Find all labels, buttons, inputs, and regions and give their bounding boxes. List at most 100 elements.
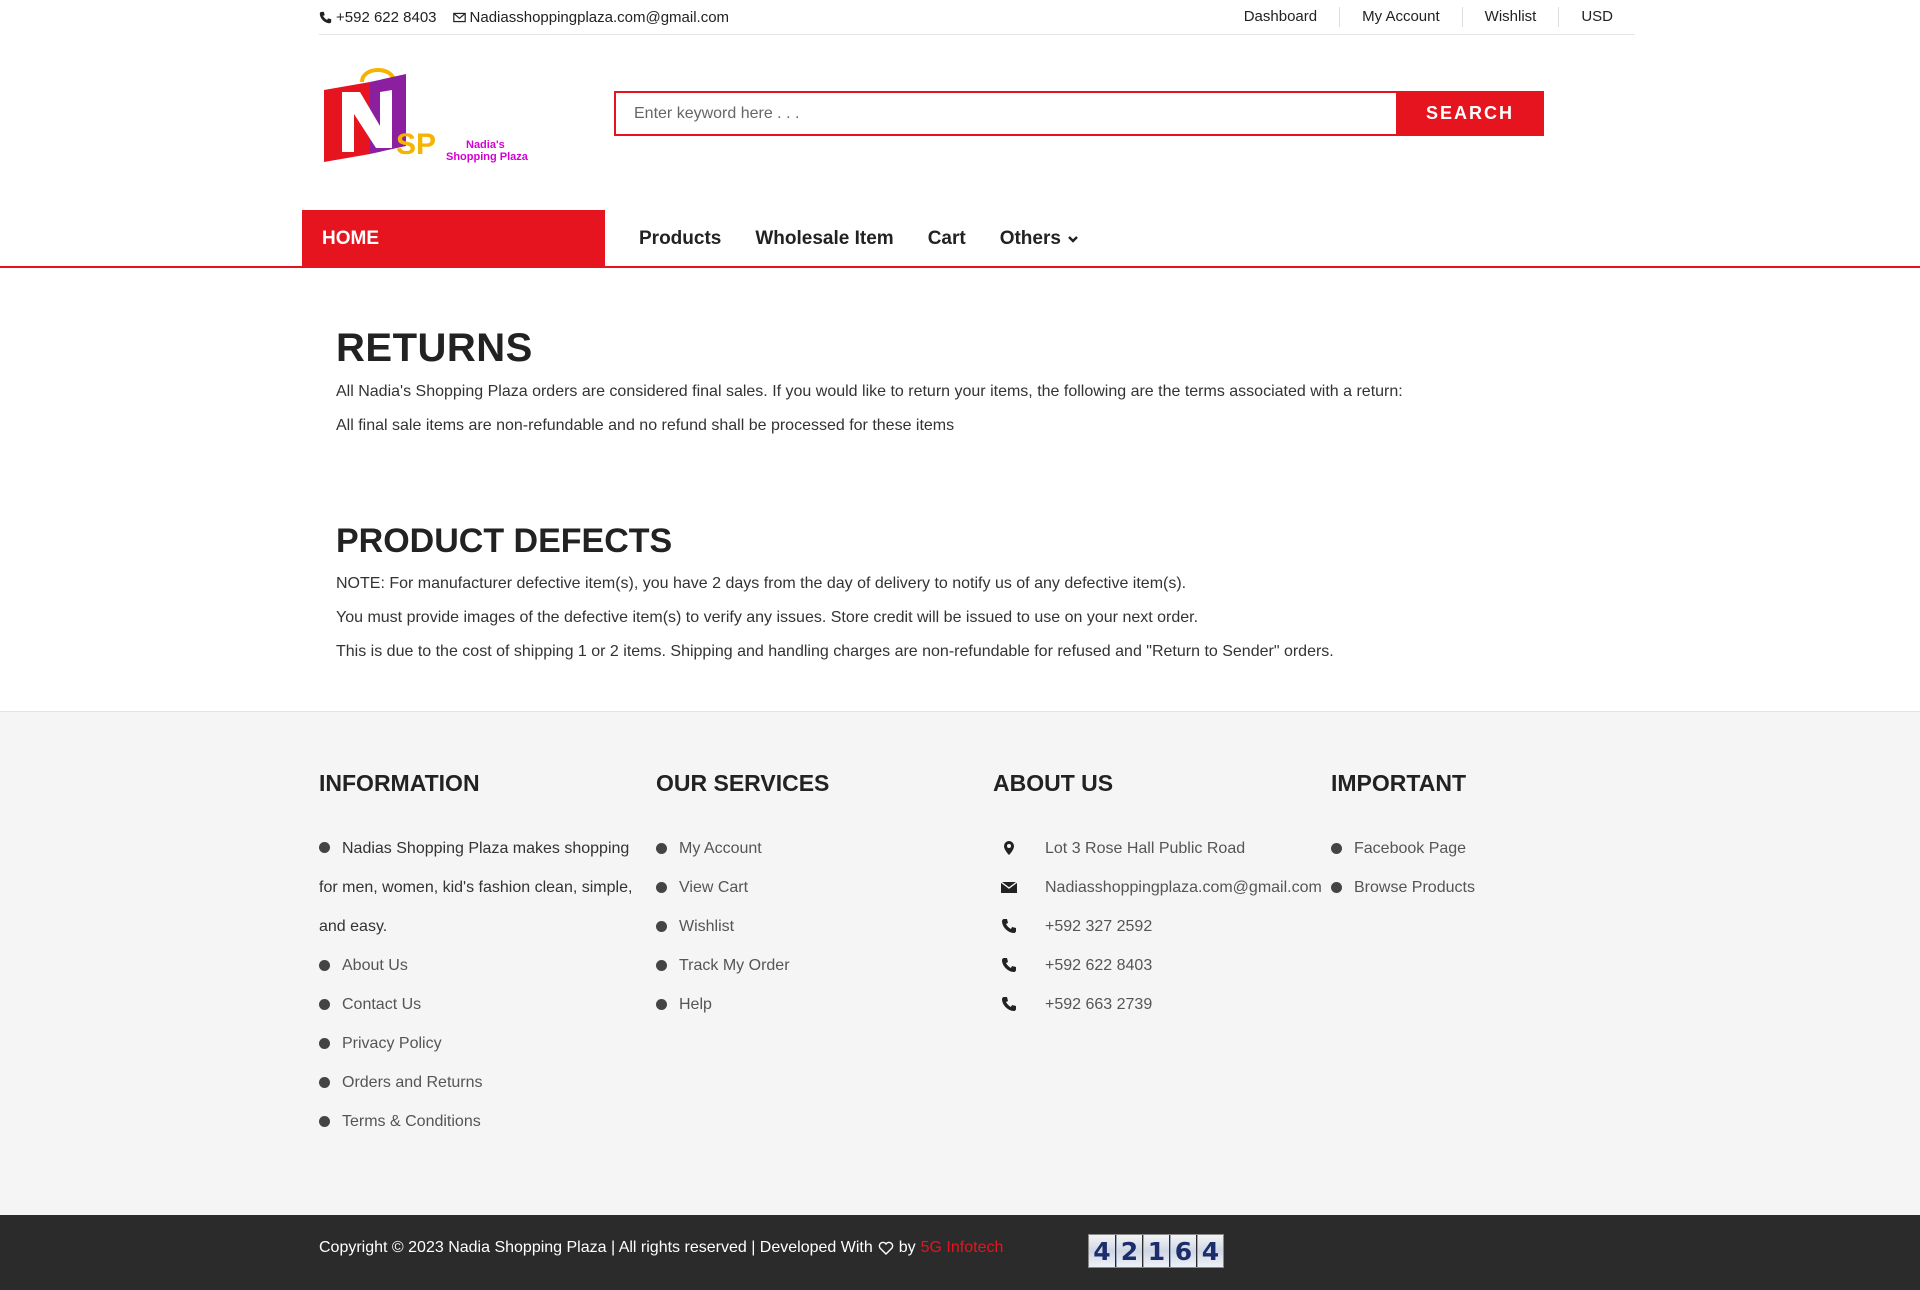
footer-phone-3-text: +592 663 2739 [1045,996,1153,1013]
footer: INFORMATION Nadias Shopping Plaza makes … [0,711,1920,1215]
bullet-icon [319,999,330,1010]
bullet-icon [319,1077,330,1088]
footer-orders-link[interactable]: Orders and Returns [319,1063,649,1102]
footer-privacy-link[interactable]: Privacy Policy [319,1024,649,1063]
footer-track-order-label: Track My Order [679,957,790,974]
phone-icon [1002,919,1016,933]
footer-browse-link[interactable]: Browse Products [1331,868,1661,907]
defects-title: PRODUCT DEFECTS [336,522,673,560]
chevron-down-icon [1068,236,1078,243]
footer-my-account-label: My Account [679,840,762,857]
footer-information: INFORMATION Nadias Shopping Plaza makes … [319,770,649,1141]
envelope-icon [452,12,466,22]
nav-wholesale-label: Wholesale Item [755,228,894,249]
bullet-icon [656,843,667,854]
bullet-icon [319,960,330,971]
footer-help-link[interactable]: Help [656,985,986,1024]
footer-phone-2-text: +592 622 8403 [1045,957,1153,974]
copyright-text: Copyright © 2023 Nadia Shopping Plaza | … [319,1239,873,1256]
footer-address: Lot 3 Rose Hall Public Road [993,829,1338,868]
footer-terms-link[interactable]: Terms & Conditions [319,1102,649,1141]
footer-phone-3[interactable]: +592 663 2739 [993,985,1338,1024]
footer-email[interactable]: Nadiasshoppingplaza.com@gmail.com [993,868,1338,907]
footer-privacy-label: Privacy Policy [342,1035,442,1052]
footer-view-cart-link[interactable]: View Cart [656,868,986,907]
dashboard-link[interactable]: Dashboard [1222,7,1339,27]
footer-intro-text: Nadias Shopping Plaza makes shopping for… [319,840,633,935]
search-input[interactable] [614,91,1396,136]
nav-products[interactable]: Products [639,228,721,250]
nav-wholesale[interactable]: Wholesale Item [755,228,893,250]
footer-important: IMPORTANT Facebook Page Browse Products [1331,770,1661,907]
phone-icon [319,11,332,23]
footer-help-label: Help [679,996,712,1013]
bullet-icon [1331,882,1342,893]
developer-link[interactable]: 5G Infotech [921,1239,1004,1257]
bullet-icon [319,842,330,854]
top-email[interactable]: Nadiasshoppingplaza.com@gmail.com [452,8,730,26]
defects-section: PRODUCT DEFECTS NOTE: For manufacturer d… [336,522,1586,669]
footer-terms-label: Terms & Conditions [342,1113,481,1130]
logo-name-line1: Nadia's [466,139,505,151]
top-contact: +592 622 8403 Nadiasshoppingplaza.com@gm… [319,9,729,26]
main-nav: HOME Products Wholesale Item Cart Others [302,210,1113,268]
footer-intro: Nadias Shopping Plaza makes shopping for… [319,829,649,946]
footer-phone-2[interactable]: +592 622 8403 [993,946,1338,985]
defects-line-1: NOTE: For manufacturer defective item(s)… [336,575,1187,592]
defects-line-3: This is due to the cost of shipping 1 or… [336,643,1334,660]
wishlist-link[interactable]: Wishlist [1461,7,1559,27]
footer-view-cart-label: View Cart [679,879,749,896]
my-account-link[interactable]: My Account [1339,7,1462,27]
footer-my-account-link[interactable]: My Account [656,829,986,868]
bottom-bar: Copyright © 2023 Nadia Shopping Plaza | … [0,1215,1920,1290]
bullet-icon [656,882,667,893]
counter-digit: 4 [1197,1235,1223,1267]
footer-contact-link[interactable]: Contact Us [319,985,649,1024]
footer-phone-1-text: +592 327 2592 [1045,918,1153,935]
returns-section: RETURNS All Nadia's Shopping Plaza order… [336,320,1586,443]
bullet-icon [1331,843,1342,854]
bullet-icon [656,921,667,932]
nav-cart-label: Cart [927,228,966,249]
footer-orders-label: Orders and Returns [342,1074,483,1091]
top-phone-text: +592 622 8403 [336,8,437,26]
counter-digit: 4 [1089,1235,1115,1267]
counter-digit: 6 [1170,1235,1196,1267]
envelope-icon [1001,881,1017,893]
nav-products-label: Products [639,228,722,249]
footer-track-order-link[interactable]: Track My Order [656,946,986,985]
footer-services-title: OUR SERVICES [656,770,830,796]
defects-line-2: You must provide images of the defective… [336,609,1199,626]
nav-cart[interactable]: Cart [928,228,966,250]
nav-home[interactable]: HOME [302,210,605,268]
phone-icon [1002,997,1016,1011]
footer-about-title: ABOUT US [993,770,1114,796]
search-bar: SEARCH [614,91,1544,136]
visitor-counter: 4 2 1 6 4 [1088,1234,1224,1268]
footer-facebook-label: Facebook Page [1354,840,1467,857]
nav-others[interactable]: Others [1000,228,1079,250]
bullet-icon [656,960,667,971]
site-logo[interactable]: SP Nadia's Shopping Plaza [320,64,530,168]
footer-services: OUR SERVICES My Account View Cart Wishli… [656,770,986,1024]
footer-contact-label: Contact Us [342,996,422,1013]
footer-phone-1[interactable]: +592 327 2592 [993,907,1338,946]
returns-line-1: All Nadia's Shopping Plaza orders are co… [336,383,1403,400]
top-phone[interactable]: +592 622 8403 [319,9,437,26]
search-button[interactable]: SEARCH [1396,91,1544,136]
footer-about-label: About Us [342,957,408,974]
nav-others-label: Others [999,228,1061,249]
top-email-text: Nadiasshoppingplaza.com@gmail.com [469,8,730,26]
bullet-icon [656,999,667,1010]
footer-address-text: Lot 3 Rose Hall Public Road [1045,840,1246,857]
currency-link[interactable]: USD [1558,7,1635,27]
footer-facebook-link[interactable]: Facebook Page [1331,829,1661,868]
footer-important-title: IMPORTANT [1331,770,1467,796]
counter-digit: 1 [1143,1235,1169,1267]
bullet-icon [319,1038,330,1049]
returns-line-2: All final sale items are non-refundable … [336,417,955,434]
logo-short: SP [396,128,436,161]
footer-email-text: Nadiasshoppingplaza.com@gmail.com [1045,879,1322,896]
footer-about-link[interactable]: About Us [319,946,649,985]
footer-wishlist-link[interactable]: Wishlist [656,907,986,946]
